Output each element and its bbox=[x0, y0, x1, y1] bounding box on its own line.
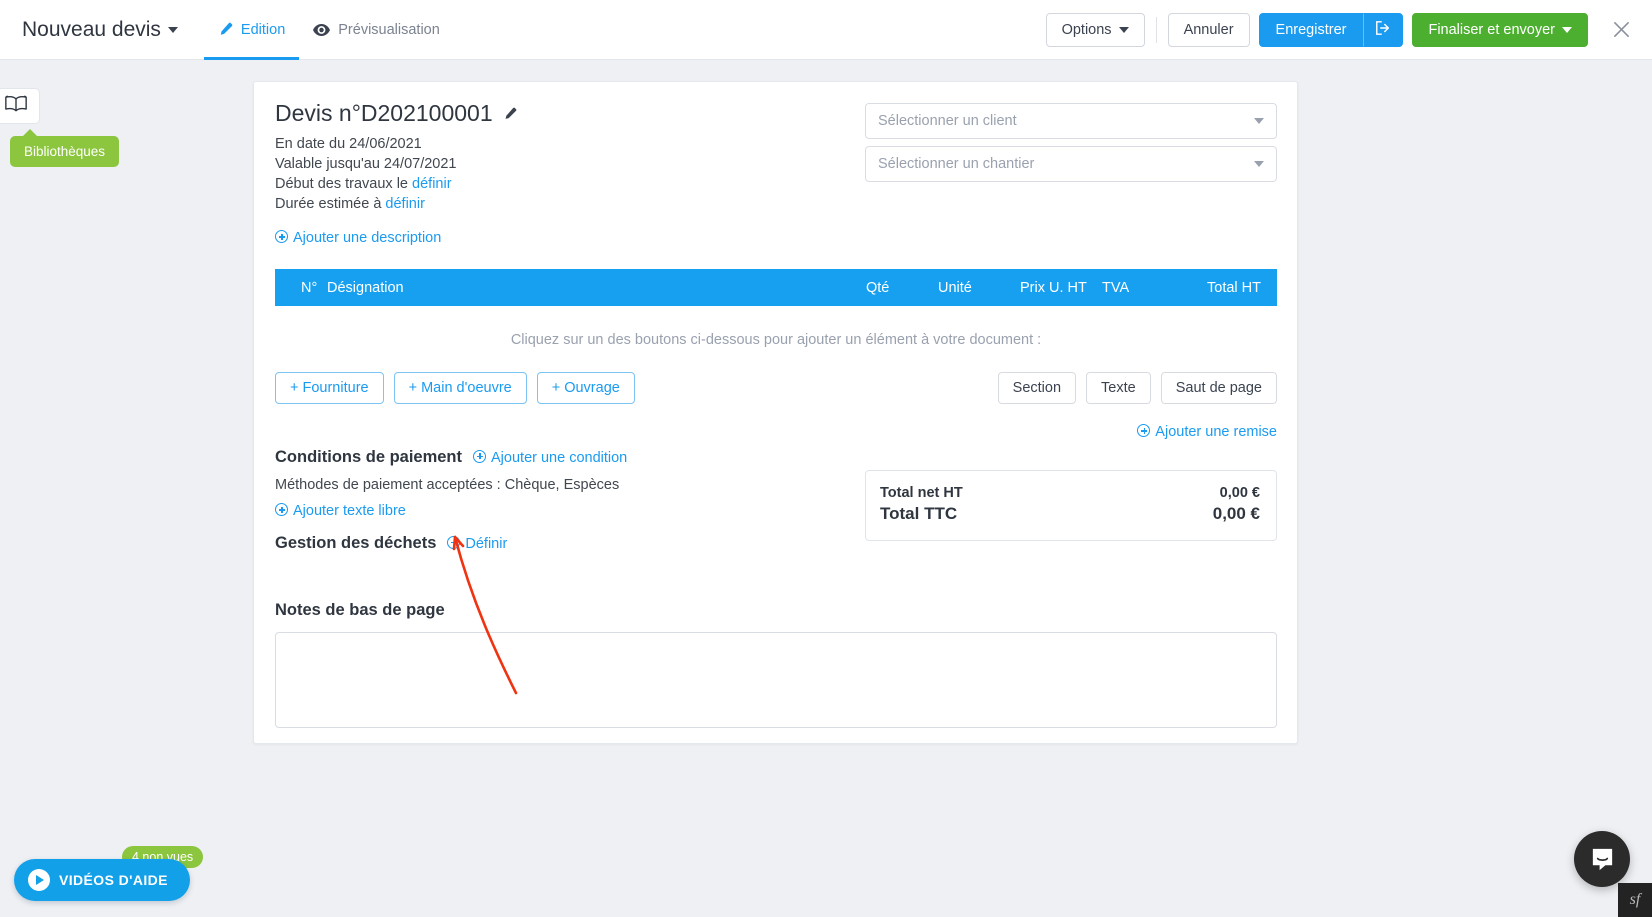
add-free-text-label: Ajouter texte libre bbox=[293, 503, 406, 519]
plus-circle-icon bbox=[275, 230, 288, 243]
duration-line: Durée estimée à définir bbox=[275, 194, 1277, 214]
duration-label: Durée estimée à bbox=[275, 196, 382, 212]
plus-circle-icon bbox=[275, 503, 288, 516]
document-body: Devis n°D202100001 En date du 24/06/2021… bbox=[275, 100, 1277, 728]
column-header-qty: Qté bbox=[866, 279, 890, 296]
total-ttc-label: Total TTC bbox=[880, 504, 958, 523]
column-header-unit-price: Prix U. HT bbox=[1020, 279, 1087, 296]
chevron-down-icon bbox=[1118, 26, 1129, 33]
sidebar-item-libraries[interactable] bbox=[0, 88, 40, 124]
duration-define-link[interactable]: définir bbox=[385, 196, 425, 212]
toolbar-actions: Options Annuler Enregistrer Finaliser et… bbox=[1045, 12, 1652, 47]
works-start-label: Début des travaux le bbox=[275, 176, 408, 192]
tab-preview-label: Prévisualisation bbox=[338, 21, 440, 38]
payment-conditions-label: Conditions de paiement bbox=[275, 448, 463, 466]
items-table-header: N° Désignation Qté Unité Prix U. HT TVA … bbox=[275, 269, 1277, 306]
save-button[interactable]: Enregistrer bbox=[1258, 12, 1364, 47]
chevron-down-icon bbox=[1254, 161, 1264, 167]
library-book-icon bbox=[4, 94, 28, 118]
toolbar-divider bbox=[1155, 16, 1157, 43]
help-videos-label: VIDÉOS D'AIDE bbox=[59, 872, 168, 888]
item-action-buttons: + Fourniture + Main d'oeuvre + Ouvrage S… bbox=[275, 372, 1277, 404]
column-header-number: N° bbox=[301, 279, 318, 296]
total-net-ht-row: Total net HT 0,00 € bbox=[880, 485, 1260, 501]
add-free-text-link[interactable]: Ajouter texte libre bbox=[275, 503, 406, 519]
add-discount-link[interactable]: Ajouter une remise bbox=[275, 424, 1277, 440]
finalize-label: Finaliser et envoyer bbox=[1428, 21, 1555, 38]
options-label: Options bbox=[1061, 21, 1112, 38]
site-select-value: Sélectionner un chantier bbox=[878, 156, 1035, 172]
document-title-label: Nouveau devis bbox=[22, 17, 161, 41]
document-lower-section: Conditions de paiement Ajouter une condi… bbox=[275, 448, 1277, 728]
waste-define-link[interactable]: Définir bbox=[447, 535, 508, 552]
document-title-menu[interactable]: Nouveau devis bbox=[22, 18, 178, 42]
options-button[interactable]: Options bbox=[1045, 12, 1145, 47]
column-header-designation: Désignation bbox=[327, 279, 404, 296]
chat-bubble-icon[interactable] bbox=[1574, 831, 1630, 887]
close-icon[interactable] bbox=[1608, 17, 1634, 43]
save-and-exit-button[interactable] bbox=[1363, 12, 1404, 47]
total-ttc-value: 0,00 € bbox=[1212, 504, 1260, 523]
eye-icon bbox=[313, 23, 331, 37]
column-header-unit: Unité bbox=[938, 279, 972, 296]
client-select-value: Sélectionner un client bbox=[878, 113, 1017, 129]
total-net-ht-value: 0,00 € bbox=[1219, 485, 1260, 501]
chevron-down-icon bbox=[167, 26, 178, 33]
add-description-label: Ajouter une description bbox=[293, 230, 442, 246]
tab-preview[interactable]: Prévisualisation bbox=[299, 0, 454, 60]
tab-edition[interactable]: Edition bbox=[203, 0, 300, 60]
add-description-link[interactable]: Ajouter une description bbox=[275, 230, 441, 246]
total-net-ht-label: Total net HT bbox=[880, 485, 963, 501]
chevron-down-icon bbox=[1562, 26, 1572, 33]
libraries-tooltip: Bibliothèques bbox=[10, 129, 120, 167]
plus-circle-icon bbox=[447, 535, 461, 549]
payment-conditions-heading: Conditions de paiement Ajouter une condi… bbox=[275, 448, 1277, 467]
add-section-button[interactable]: Section bbox=[997, 372, 1077, 404]
footer-notes-heading: Notes de bas de page bbox=[275, 601, 445, 619]
symfony-profiler-badge[interactable]: sf bbox=[1618, 883, 1652, 917]
top-toolbar: Nouveau devis Edition Prévisualisation O… bbox=[0, 0, 1652, 60]
pencil-icon[interactable] bbox=[503, 100, 517, 127]
quote-number-label: Devis n°D202100001 bbox=[275, 100, 493, 126]
finalize-and-send-button[interactable]: Finaliser et envoyer bbox=[1412, 12, 1588, 47]
add-page-break-button[interactable]: Saut de page bbox=[1160, 372, 1277, 404]
plus-circle-icon bbox=[473, 449, 487, 463]
waste-management-label: Gestion des déchets bbox=[275, 534, 437, 552]
libraries-tooltip-label: Bibliothèques bbox=[24, 144, 106, 159]
total-ttc-row: Total TTC 0,00 € bbox=[880, 504, 1260, 524]
footer-notes-input[interactable] bbox=[275, 632, 1277, 728]
tab-edition-label: Edition bbox=[240, 21, 286, 38]
chevron-down-icon bbox=[1254, 118, 1264, 124]
totals-box: Total net HT 0,00 € Total TTC 0,00 € bbox=[865, 470, 1277, 541]
column-header-total: Total HT bbox=[1207, 279, 1261, 296]
add-condition-link[interactable]: Ajouter une condition bbox=[473, 449, 628, 466]
site-select[interactable]: Sélectionner un chantier bbox=[865, 146, 1277, 182]
empty-table-hint: Cliquez sur un des boutons ci-dessous po… bbox=[510, 332, 1042, 348]
works-start-define-link[interactable]: définir bbox=[412, 176, 452, 192]
save-and-exit-icon bbox=[1375, 20, 1391, 40]
add-supply-button[interactable]: + Fourniture bbox=[275, 372, 384, 404]
waste-define-label: Définir bbox=[465, 535, 508, 552]
add-text-button[interactable]: Texte bbox=[1086, 372, 1151, 404]
add-labour-button[interactable]: + Main d'oeuvre bbox=[393, 372, 527, 404]
add-discount-label: Ajouter une remise bbox=[1155, 424, 1277, 440]
mode-tabs: Edition Prévisualisation bbox=[203, 0, 454, 60]
client-select[interactable]: Sélectionner un client bbox=[865, 103, 1277, 139]
add-condition-label: Ajouter une condition bbox=[491, 449, 628, 466]
document-selects: Sélectionner un client Sélectionner un c… bbox=[865, 103, 1277, 189]
plus-circle-icon bbox=[1137, 424, 1151, 437]
document-card: Devis n°D202100001 En date du 24/06/2021… bbox=[253, 81, 1298, 744]
pencil-icon bbox=[218, 22, 233, 37]
help-videos-button[interactable]: VIDÉOS D'AIDE bbox=[14, 859, 190, 901]
column-header-vat: TVA bbox=[1102, 279, 1130, 296]
cancel-button[interactable]: Annuler bbox=[1167, 12, 1250, 47]
play-icon bbox=[28, 869, 50, 891]
add-work-button[interactable]: + Ouvrage bbox=[536, 372, 635, 404]
